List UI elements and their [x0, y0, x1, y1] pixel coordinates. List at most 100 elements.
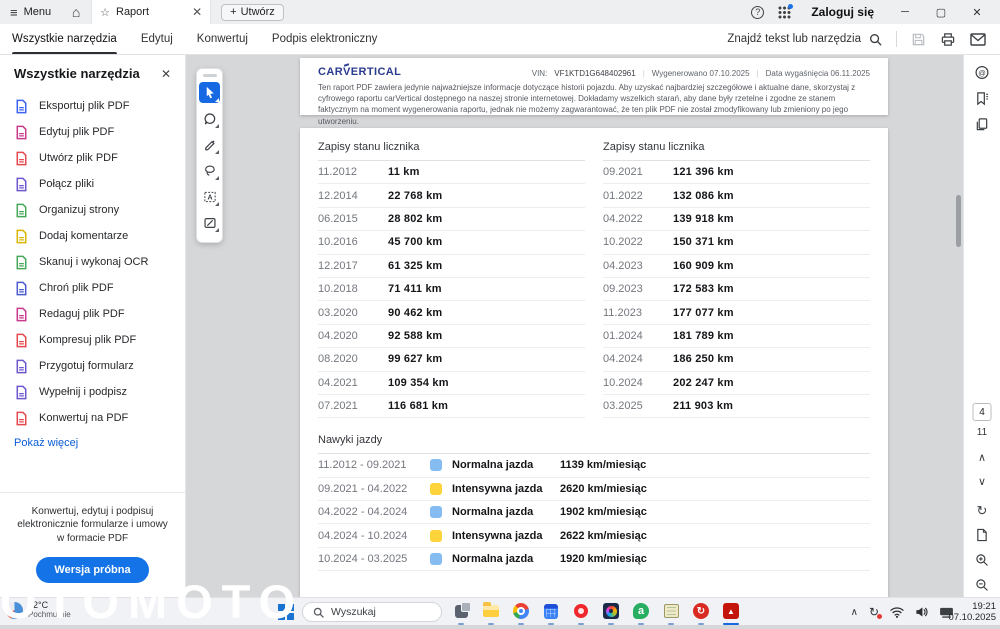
vertical-scrollbar[interactable] [956, 195, 961, 247]
calculator-app-icon[interactable] [536, 599, 566, 626]
pdf-tool-icon [14, 255, 29, 270]
habit-row: 04.2022 - 04.2024Normalna jazda1902 km/m… [318, 501, 870, 524]
toolbar: Wszystkie narzędzia Edytuj Konwertuj Podpis… [0, 24, 1000, 55]
generated-date: Wygenerowano 07.10.2025 [652, 69, 750, 78]
ribbon-tab-edytuj[interactable]: Edytuj [141, 24, 173, 54]
right-rail: @ 4 11 ∧ ∨ ↻ [963, 55, 1000, 597]
menu-button[interactable]: ≡ Menu [0, 5, 61, 20]
drag-handle[interactable] [203, 74, 217, 77]
odometer-row: 12.201761 325 km [318, 255, 585, 278]
odometer-row: 04.2023160 909 km [603, 255, 870, 278]
opera-app-icon[interactable] [566, 599, 596, 626]
home-button[interactable]: ⌂ [61, 0, 91, 24]
svg-text:@: @ [978, 68, 986, 77]
chrome-app-icon[interactable] [506, 599, 536, 626]
panel-close-icon[interactable]: ✕ [161, 67, 171, 81]
tool-item-chro-plik-pdf[interactable]: Chroń plik PDF [0, 275, 185, 301]
zoom-in-icon[interactable] [975, 553, 989, 567]
odometer-row: 04.2021109 354 km [318, 372, 585, 395]
tool-item-dodaj-komentarze[interactable]: Dodaj komentarze [0, 223, 185, 249]
show-more-link[interactable]: Pokaż więcej [14, 437, 78, 449]
page-total: 11 [977, 427, 987, 438]
text-select-tool-button[interactable]: A [199, 186, 220, 207]
wifi-icon[interactable] [890, 606, 904, 618]
highlighter-tool-button[interactable] [199, 134, 220, 155]
odometer-title: Zapisy stanu licznika [318, 141, 585, 161]
tool-item-kompresuj-plik-pdf[interactable]: Kompresuj plik PDF [0, 327, 185, 353]
weather-desc: Pochmurnie [28, 611, 71, 620]
zoom-out-icon[interactable] [975, 578, 989, 592]
comment-tool-button[interactable] [199, 108, 220, 129]
file-explorer-app-icon[interactable] [476, 599, 506, 626]
photos-app-icon[interactable] [596, 599, 626, 626]
select-tool-button[interactable] [199, 82, 220, 103]
trial-button[interactable]: Wersja próbna [36, 557, 148, 583]
clock-time: 19:21 [948, 601, 996, 612]
maximize-button[interactable]: ▢ [930, 6, 952, 19]
tool-item-eksportuj-plik-pdf[interactable]: Eksportuj plik PDF [0, 93, 185, 119]
page-fit-icon[interactable] [976, 528, 989, 542]
ribbon-tab-podpis-elektroniczny[interactable]: Podpis elektroniczny [272, 24, 377, 54]
bookmarks-icon[interactable] [975, 91, 989, 106]
weather-widget[interactable]: 12°C Pochmurnie [6, 601, 71, 620]
pdf-tool-icon [14, 229, 29, 244]
odometer-table-right: Zapisy stanu licznika 09.2021121 396 km0… [603, 141, 870, 418]
login-button[interactable]: Zaloguj się [811, 5, 874, 19]
page-number-input[interactable]: 4 [973, 403, 992, 421]
apps-grid-icon[interactable] [778, 6, 791, 19]
pdf-tool-icon [14, 99, 29, 114]
habit-color-swatch [430, 506, 442, 518]
lasso-tool-button[interactable] [199, 160, 220, 181]
tray-chevron-icon[interactable]: ∧ [851, 607, 858, 618]
expiry-date: Data wygaśnięcia 06.11.2025 [766, 69, 870, 78]
close-button[interactable]: ✕ [966, 6, 988, 19]
previous-page-icon[interactable]: ∧ [978, 451, 986, 464]
odometer-row: 08.202099 627 km [318, 348, 585, 371]
print-icon[interactable] [940, 32, 956, 47]
odometer-row: 04.2022139 918 km [603, 208, 870, 231]
tool-item-redaguj-plik-pdf[interactable]: Redaguj plik PDF [0, 301, 185, 327]
tool-item-po-cz-pliki[interactable]: Połącz pliki [0, 171, 185, 197]
page-thumbnails-icon[interactable] [975, 117, 989, 132]
all-tools-panel: Wszystkie narzędzia ✕ Eksportuj plik PDF… [0, 55, 186, 597]
create-button[interactable]: + Utwórz [221, 4, 284, 21]
odometer-row: 09.2021121 396 km [603, 161, 870, 184]
money-app-icon[interactable] [656, 599, 686, 626]
tab-close-icon[interactable]: ✕ [192, 5, 202, 19]
tool-item-edytuj-plik-pdf[interactable]: Edytuj plik PDF [0, 119, 185, 145]
minimize-button[interactable]: ─ [894, 6, 916, 18]
start-button[interactable] [277, 603, 295, 621]
clock[interactable]: 19:21 07.10.2025 [948, 601, 996, 624]
pdf-tool-icon [14, 385, 29, 400]
find-tools-button[interactable]: Znajdź tekst lub narzędzia [727, 33, 882, 46]
ai-assistant-icon[interactable]: @ [975, 65, 990, 80]
odometer-row: 11.201211 km [318, 161, 585, 184]
tool-item-przygotuj-formularz[interactable]: Przygotuj formularz [0, 353, 185, 379]
save-icon[interactable] [911, 32, 926, 47]
openoffice-app-icon[interactable]: a [626, 599, 656, 626]
tool-item-skanuj-i-wykonaj-ocr[interactable]: Skanuj i wykonaj OCR [0, 249, 185, 275]
rotate-icon[interactable]: ↻ [977, 503, 988, 519]
odometer-row: 10.2024202 247 km [603, 372, 870, 395]
odometer-row: 06.201528 802 km [318, 208, 585, 231]
ribbon-tab-konwertuj[interactable]: Konwertuj [197, 24, 248, 54]
help-icon[interactable]: ? [751, 6, 764, 19]
tool-item-utw-rz-plik-pdf[interactable]: Utwórz plik PDF [0, 145, 185, 171]
tool-item-organizuj-strony[interactable]: Organizuj strony [0, 197, 185, 223]
star-icon[interactable]: ☆ [100, 6, 110, 19]
carvertical-logo: CARVERTICAL [318, 66, 401, 78]
sync-app-icon[interactable]: ↻ [686, 599, 716, 626]
taskbar-search[interactable]: Wyszukaj [302, 602, 442, 622]
ribbon-tab-wszystkie-narz-dzia[interactable]: Wszystkie narzędzia [12, 24, 117, 54]
document-tab[interactable]: ☆ Raport ✕ [91, 0, 211, 24]
disclaimer-text: Ten raport PDF zawiera jedynie najważnie… [300, 78, 888, 127]
mail-icon[interactable] [970, 33, 986, 46]
stamp-tool-button[interactable] [199, 212, 220, 233]
acrobat-app-icon[interactable]: ▲ [716, 599, 746, 626]
task-view-app-icon[interactable] [446, 599, 476, 626]
tool-item-konwertuj-na-pdf[interactable]: Konwertuj na PDF [0, 405, 185, 431]
update-tray-icon[interactable]: ↻ [869, 605, 879, 619]
next-page-icon[interactable]: ∨ [978, 475, 986, 488]
volume-icon[interactable] [915, 606, 928, 618]
tool-item-wype-nij-i-podpisz[interactable]: Wypełnij i podpisz [0, 379, 185, 405]
